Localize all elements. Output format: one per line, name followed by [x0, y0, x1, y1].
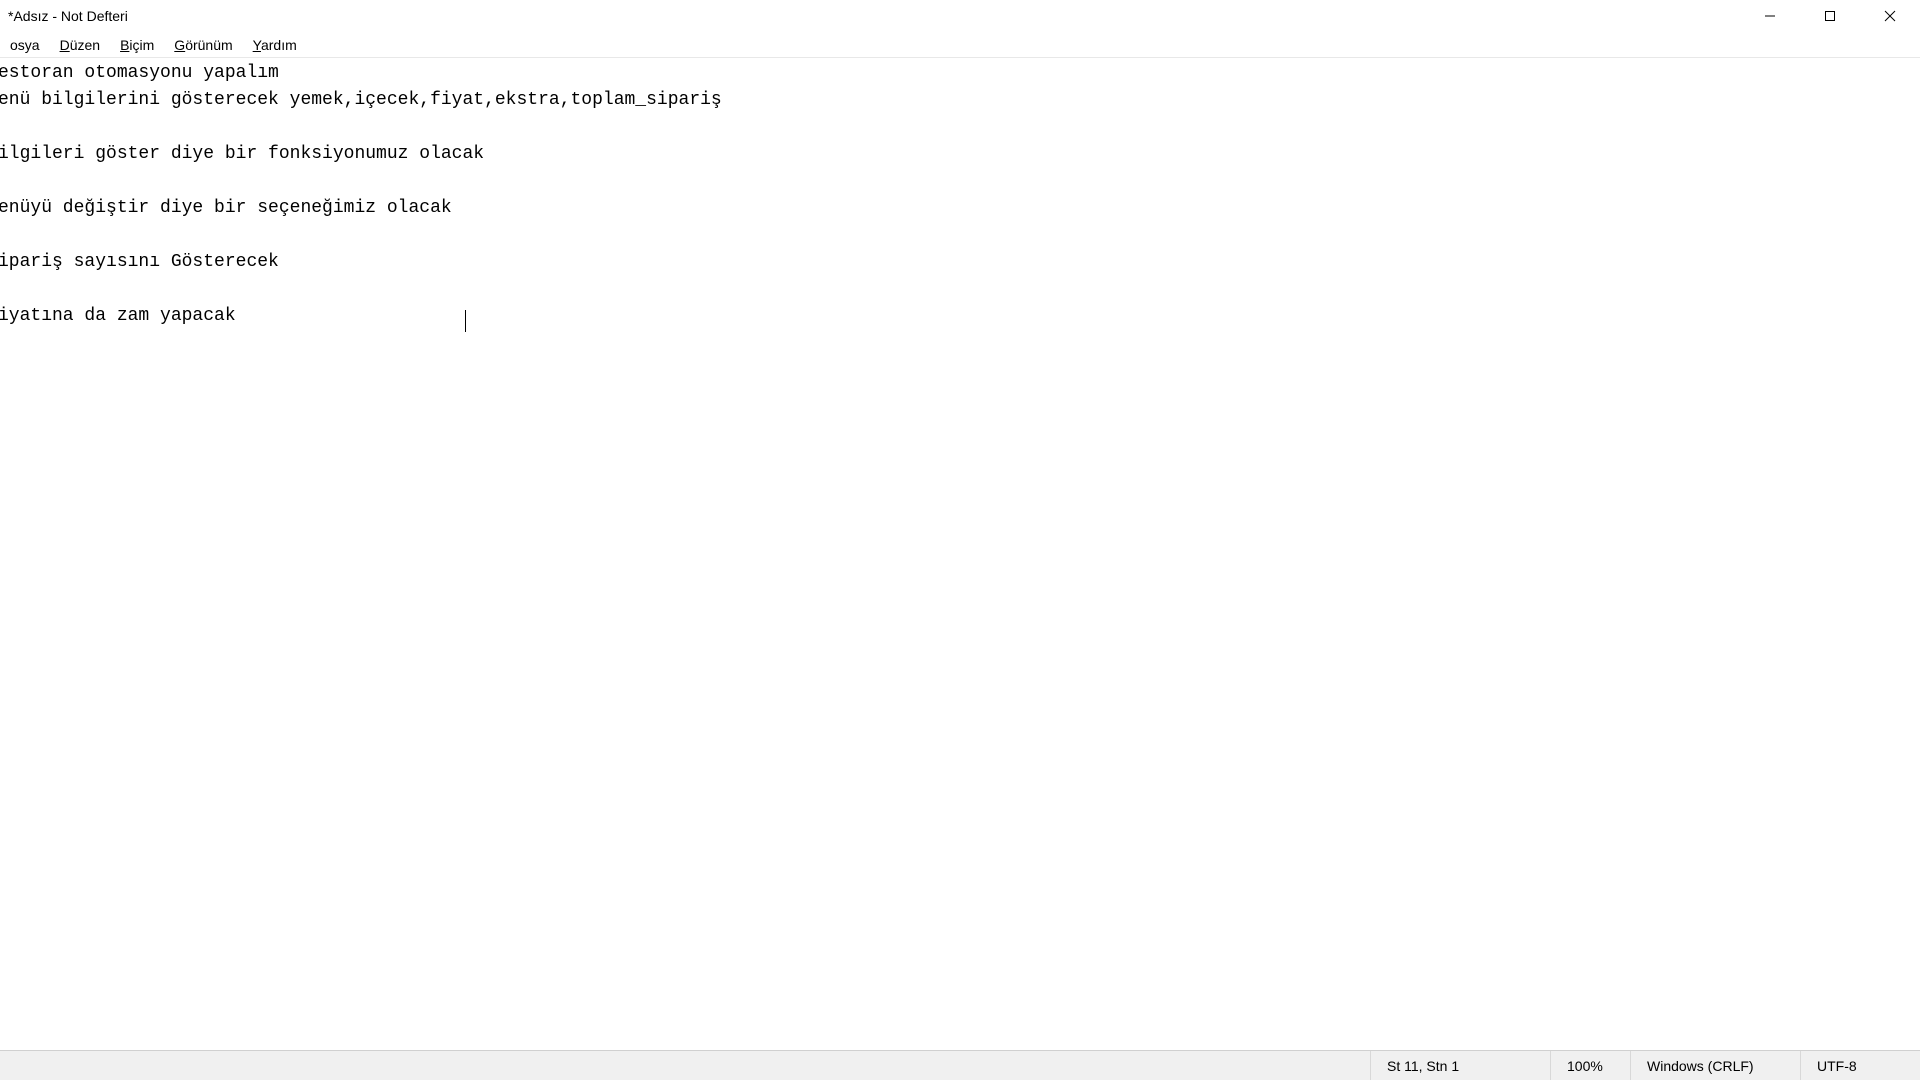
menubar: osya Düzen Biçim Görünüm Yardım [0, 32, 1920, 58]
titlebar: *Adsız - Not Defteri [0, 0, 1920, 32]
menu-format-rest: içim [129, 37, 154, 53]
close-icon [1884, 10, 1896, 22]
status-position: St 11, Stn 1 [1370, 1051, 1550, 1080]
menu-view-label: G [174, 37, 185, 53]
maximize-icon [1824, 10, 1836, 22]
menu-view[interactable]: Görünüm [164, 34, 242, 56]
menu-edit-label: D [60, 37, 70, 53]
status-line-ending: Windows (CRLF) [1630, 1051, 1800, 1080]
menu-edit[interactable]: Düzen [50, 34, 110, 56]
menu-view-rest: örünüm [185, 37, 232, 53]
menu-format[interactable]: Biçim [110, 34, 164, 56]
status-zoom: 100% [1550, 1051, 1630, 1080]
minimize-icon [1764, 10, 1776, 22]
menu-file[interactable]: osya [0, 34, 50, 56]
menu-format-label: B [120, 37, 129, 53]
statusbar: St 11, Stn 1 100% Windows (CRLF) UTF-8 [0, 1050, 1920, 1080]
minimize-button[interactable] [1740, 0, 1800, 32]
status-encoding: UTF-8 [1800, 1051, 1920, 1080]
menu-help-rest: ardım [261, 37, 297, 53]
menu-edit-rest: üzen [70, 37, 100, 53]
menu-help-label: Y [253, 37, 261, 53]
text-editor[interactable]: estoran otomasyonu yapalım enü bilgileri… [0, 58, 1918, 1050]
window-title: *Adsız - Not Defteri [8, 8, 128, 24]
window-controls [1740, 0, 1920, 32]
close-button[interactable] [1860, 0, 1920, 32]
maximize-button[interactable] [1800, 0, 1860, 32]
titlebar-left: *Adsız - Not Defteri [8, 8, 128, 24]
menu-help[interactable]: Yardım [243, 34, 307, 56]
